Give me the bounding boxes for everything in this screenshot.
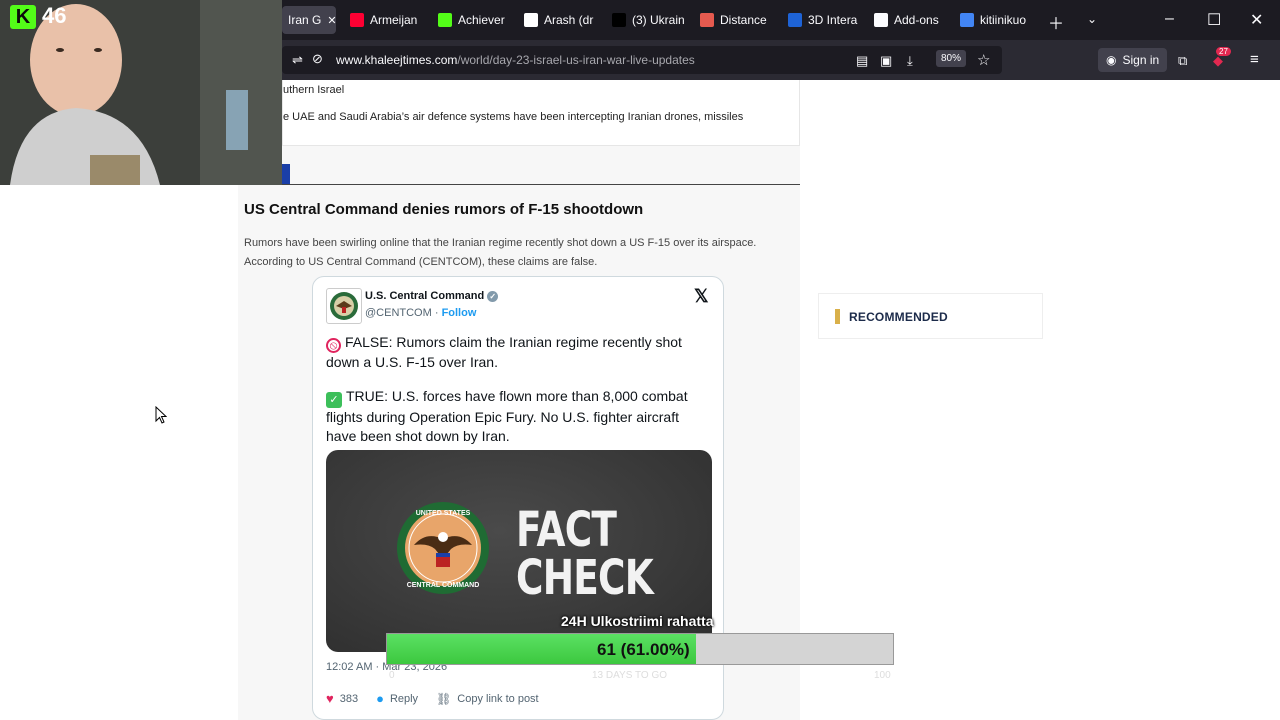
extension-badge: 27: [1216, 47, 1231, 56]
verified-icon: ✓: [487, 290, 499, 302]
tweet-text-true: ✓ TRUE: U.S. forces have flown more than …: [326, 388, 688, 444]
minimize-button[interactable]: –: [1165, 10, 1174, 28]
tab-label: Armeijan: [370, 13, 418, 27]
tab-label: (3) Ukrain: [632, 13, 684, 27]
avatar[interactable]: [326, 288, 362, 324]
url-text: www.khaleejtimes.com/world/day-23-israel…: [336, 53, 695, 67]
goal-progress-value: 61 (61.00%): [597, 640, 690, 659]
webcam-overlay: K 46: [0, 0, 282, 185]
globe-icon: [788, 13, 802, 27]
tweet-actions: ♥ 383 ● Reply ⛓ Copy link to post: [326, 691, 539, 706]
bookmark-star-icon[interactable]: ☆: [977, 51, 990, 69]
copy-link-button[interactable]: ⛓ Copy link to post: [436, 692, 539, 706]
centcom-seal-icon: [330, 292, 358, 320]
menu-icon[interactable]: ≡: [1250, 51, 1259, 68]
tab-label: Add-ons: [894, 13, 939, 27]
sign-in-label: Sign in: [1122, 53, 1160, 67]
maximize-button[interactable]: ☐: [1207, 10, 1221, 30]
browser-tab[interactable]: Add-ons: [868, 6, 944, 34]
kick-icon: [438, 13, 452, 27]
browser-tab[interactable]: 3D Intera: [782, 6, 858, 34]
browser-tab[interactable]: kitiinikuo: [954, 6, 1030, 34]
browser-tab[interactable]: Achiever: [432, 6, 508, 34]
tracking-protection-icon[interactable]: ⊘: [312, 51, 323, 67]
extensions-icon[interactable]: ⧉: [1178, 53, 1187, 69]
centcom-seal: UNITED STATES CENTRAL COMMAND: [397, 502, 489, 594]
reader-view-icon[interactable]: ▤: [856, 53, 868, 69]
sign-in-button[interactable]: ◉ Sign in: [1098, 48, 1168, 72]
tab-label: Arash (dr: [544, 13, 594, 27]
heart-icon: ♥: [326, 691, 334, 706]
tab-label: Iran G: [288, 13, 322, 27]
x-icon: [612, 13, 626, 27]
browser-tab[interactable]: Iran G ✕: [282, 6, 336, 34]
tweet-text-false: ⦸ FALSE: Rumors claim the Iranian regime …: [326, 334, 682, 370]
check-label: CHECK: [516, 550, 654, 606]
page-settings-icon[interactable]: ⇌: [292, 52, 303, 68]
tweet-author[interactable]: U.S. Central Command ✓: [365, 290, 499, 302]
download-icon[interactable]: ⤓: [907, 53, 913, 69]
tab-label: Distance: [720, 13, 767, 27]
list-tabs-button[interactable]: ⌄: [1087, 12, 1097, 26]
reply-button[interactable]: ● Reply: [376, 691, 418, 706]
previous-update-card: uthern Israel e UAE and Saudi Arabia’s a…: [282, 80, 800, 146]
zoom-level[interactable]: 80%: [936, 50, 967, 67]
svg-text:UNITED STATES: UNITED STATES: [416, 510, 471, 517]
check-mark-icon: ✓: [326, 392, 342, 408]
app-icon: [700, 13, 714, 27]
puzzle-icon: [874, 13, 888, 27]
account-icon: ◉: [1106, 53, 1117, 67]
tab-label: kitiinikuo: [980, 13, 1027, 27]
like-button[interactable]: ♥ 383: [326, 691, 358, 706]
prohibited-icon: ⦸: [326, 338, 341, 353]
browser-tab[interactable]: (3) Ukrain: [606, 6, 684, 34]
divider: [238, 184, 800, 185]
x-logo-icon[interactable]: 𝕏: [694, 286, 709, 307]
section-marker: [282, 164, 290, 184]
browser-tab[interactable]: Arash (dr: [518, 6, 596, 34]
follow-button[interactable]: Follow: [442, 307, 477, 319]
goal-progress-bar: 61 (61.00%): [386, 633, 894, 665]
update-headline: US Central Command denies rumors of F-15…: [244, 201, 644, 218]
wikipedia-icon: [524, 13, 538, 27]
tab-label: 3D Intera: [808, 13, 858, 27]
recommended-box: RECOMMENDED: [818, 293, 1043, 339]
tab-label: Achiever: [458, 13, 505, 27]
previous-snippet: uthern Israel: [283, 84, 345, 96]
goal-days-remaining: 13 DAYS TO GO: [592, 670, 668, 681]
goal-max: 100: [874, 670, 891, 681]
goal-title: 24H Ulkostriimi rahatta: [561, 613, 714, 629]
new-tab-button[interactable]: ＋: [1048, 10, 1064, 34]
goal-min: 0: [389, 670, 395, 681]
close-tab-icon[interactable]: ✕: [327, 14, 336, 27]
speech-bubble-icon: ●: [376, 691, 384, 706]
address-bar[interactable]: ⇌ ⊘ www.khaleejtimes.com/world/day-23-is…: [282, 46, 1002, 74]
close-window-button[interactable]: ✕: [1250, 10, 1263, 30]
previous-snippet: e UAE and Saudi Arabia’s air defence sys…: [283, 111, 744, 123]
accent-bar: [835, 309, 840, 324]
update-lead: Rumors have been swirling online that th…: [244, 237, 757, 268]
mouse-cursor-icon: [155, 406, 167, 424]
viewer-count: 46: [42, 3, 67, 28]
svg-text:CENTRAL COMMAND: CENTRAL COMMAND: [407, 582, 480, 589]
youtube-icon: [350, 13, 364, 27]
tweet-handle: @CENTCOM · Follow: [365, 307, 477, 319]
browser-tab[interactable]: Distance: [694, 6, 772, 34]
recommended-heading: RECOMMENDED: [849, 310, 948, 324]
browser-tab[interactable]: Armeijan: [344, 6, 422, 34]
link-icon: ⛓: [436, 691, 452, 706]
kick-logo: K: [10, 5, 36, 29]
image-icon[interactable]: ▣: [880, 53, 892, 69]
google-icon: [960, 13, 974, 27]
